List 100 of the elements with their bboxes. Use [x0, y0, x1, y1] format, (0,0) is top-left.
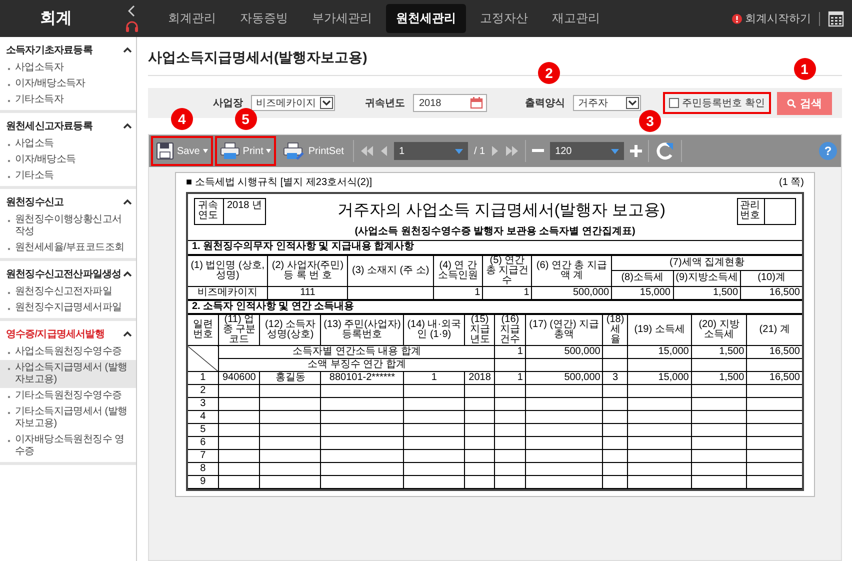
sidebar-item[interactable]: 이자/배당소득자 — [0, 76, 136, 92]
table-cell: 1 — [434, 286, 483, 299]
table-cell: 15,000 — [628, 372, 692, 384]
chevron-up-icon[interactable] — [123, 331, 132, 337]
zoom-in-icon[interactable] — [630, 145, 642, 157]
last-page-icon[interactable] — [505, 145, 520, 157]
printer-settings-icon — [283, 142, 306, 160]
zoom-out-icon[interactable] — [532, 149, 544, 153]
column-header: (15) 지급 년도 — [464, 314, 495, 346]
table-cell: 홍길동 — [260, 372, 321, 384]
column-header: (9)지방소득세 — [673, 270, 741, 286]
field-label: 출력양식 — [525, 97, 565, 110]
table-cell: 16,500 — [740, 286, 802, 299]
id-number-checkbox[interactable]: 주민등록번호 확인 — [665, 94, 769, 112]
sidebar-item[interactable]: 이자배당소득원천징수 영수증 — [0, 432, 136, 460]
table-cell: 15,000 — [612, 286, 673, 299]
sidebar-item[interactable]: 기타소득자 — [0, 92, 136, 108]
nav-tab[interactable]: 원천세관리 — [386, 4, 466, 33]
table-cell: 15,000 — [628, 346, 692, 358]
table-cell: 5 — [188, 424, 218, 436]
nav-tab[interactable]: 회계관리 — [158, 4, 226, 33]
column-header: (19) 소득세 — [628, 314, 692, 346]
chevron-left-icon[interactable] — [128, 4, 136, 16]
sidebar-item[interactable]: 사업소득원천징수영수증 — [0, 344, 136, 360]
chevron-up-icon[interactable] — [123, 47, 132, 53]
column-header: (17) (연간) 지급총액 — [525, 314, 603, 346]
table-cell: 1 — [482, 286, 532, 299]
column-header: (7)세액 집계현황 — [612, 255, 802, 270]
table-cell: 500,000 — [525, 372, 603, 384]
nav-tab[interactable]: 부가세관리 — [302, 4, 382, 33]
table-cell: 2018 — [464, 372, 495, 384]
column-header: (21) 계 — [746, 314, 802, 346]
column-header: (20) 지방 소득세 — [691, 314, 747, 346]
column-header: (4) 연 간 소득인원 — [434, 255, 483, 286]
column-header: (13) 주민(사업자) 등록번호 — [320, 314, 404, 346]
sidebar-section-title[interactable]: 원천징수신고전산파일생성 — [6, 267, 122, 281]
chevron-up-icon[interactable] — [123, 123, 132, 129]
callout-badge: 1 — [794, 58, 816, 80]
sidebar-item[interactable]: 사업소득지급명세서 (발행자보고용) — [0, 360, 136, 388]
workplace-select[interactable]: 비즈메카이지 — [251, 95, 335, 111]
column-header: (3) 소재지 (주 소) — [348, 255, 434, 286]
table-cell: 2 — [188, 384, 218, 398]
year-value: 2018 년 — [226, 198, 264, 212]
table-cell: 111 — [268, 286, 348, 299]
start-link[interactable]: 회계시작하기 — [732, 11, 811, 26]
sidebar-section-title[interactable]: 원천세신고자료등록 — [6, 119, 92, 133]
column-header: (16) 지급 건수 — [494, 314, 526, 346]
nav-tab[interactable]: 자동증빙 — [230, 4, 298, 33]
year-label: 귀속연도 — [195, 198, 224, 224]
year-field[interactable]: 2018 — [413, 94, 487, 112]
table-cell: 16,500 — [746, 346, 802, 358]
page-note: (1 쪽) — [779, 178, 804, 188]
output-format-select[interactable]: 거주자 — [573, 95, 641, 111]
table-cell: 소득자별 연간소득 내용 합계 — [218, 346, 495, 358]
sidebar-section-title[interactable]: 영수증/지급명세서발행 — [6, 327, 104, 341]
table-cell: 비즈메카이지 — [188, 286, 268, 299]
sidebar-item[interactable]: 이자/배당소득 — [0, 152, 136, 168]
sidebar-item[interactable]: 사업소득자 — [0, 60, 136, 76]
column-header: (1) 법인명 (상호,성명) — [188, 255, 268, 286]
sidebar-section-title[interactable]: 원천징수신고 — [6, 195, 64, 209]
page-select[interactable]: 1 — [394, 142, 468, 160]
zoom-select[interactable]: 120 — [550, 142, 624, 160]
column-header: (8)소득세 — [612, 270, 673, 286]
previous-page-icon[interactable] — [380, 145, 388, 157]
table-cell: 1 — [494, 346, 526, 358]
sidebar-item[interactable]: 기타소득원천징수영수증 — [0, 388, 136, 404]
table-cell: 16,500 — [746, 372, 802, 384]
sidebar-item[interactable]: 기타소득지급명세서 (발행자보고용) — [0, 404, 136, 432]
calculator-icon[interactable] — [828, 10, 844, 26]
next-page-icon[interactable] — [491, 145, 500, 157]
chevron-up-icon[interactable] — [123, 199, 132, 205]
nav-tab[interactable]: 재고관리 — [542, 4, 610, 33]
callout-badge: 3 — [639, 110, 661, 132]
sidebar-item[interactable]: 원천세세율/부표코드조회 — [0, 240, 136, 256]
callout-badge: 2 — [538, 62, 560, 84]
printer-icon — [220, 142, 240, 160]
table-cell: 1 — [494, 372, 526, 384]
sidebar-item[interactable]: 기타소득 — [0, 168, 136, 184]
column-header: (2) 사업자(주민) 등 록 번 호 — [268, 255, 348, 286]
column-header: (11) 업종 구분코드 — [218, 314, 260, 346]
table-cell: 9 — [188, 476, 218, 488]
table-cell: 3 — [602, 372, 628, 384]
table-cell: 소액 부징수 연간 합계 — [218, 358, 495, 372]
info-icon — [732, 14, 742, 24]
table-cell: 7 — [188, 450, 218, 462]
chevron-up-icon[interactable] — [123, 271, 132, 277]
sidebar-section-title[interactable]: 소득자기초자료등록 — [6, 43, 92, 57]
sidebar-item[interactable]: 원천징수신고전자파일 — [0, 284, 136, 300]
sidebar-item[interactable]: 원천징수지급명세서파일 — [0, 300, 136, 316]
management-number-label: 관리번호 — [738, 198, 765, 224]
refresh-icon[interactable] — [655, 141, 676, 161]
nav-tab[interactable]: 고정자산 — [470, 4, 538, 33]
sidebar-item[interactable]: 원천징수이행상황신고서 작성 — [0, 212, 136, 240]
table-cell: 1,500 — [673, 286, 741, 299]
first-page-icon[interactable] — [360, 145, 374, 157]
column-header: (6) 연간 총 지급액 계 — [532, 255, 612, 286]
sidebar-item[interactable]: 사업소득 — [0, 136, 136, 152]
table-cell: 1 — [188, 372, 218, 384]
table-cell: 500,000 — [532, 286, 612, 299]
calendar-icon[interactable] — [470, 97, 483, 109]
